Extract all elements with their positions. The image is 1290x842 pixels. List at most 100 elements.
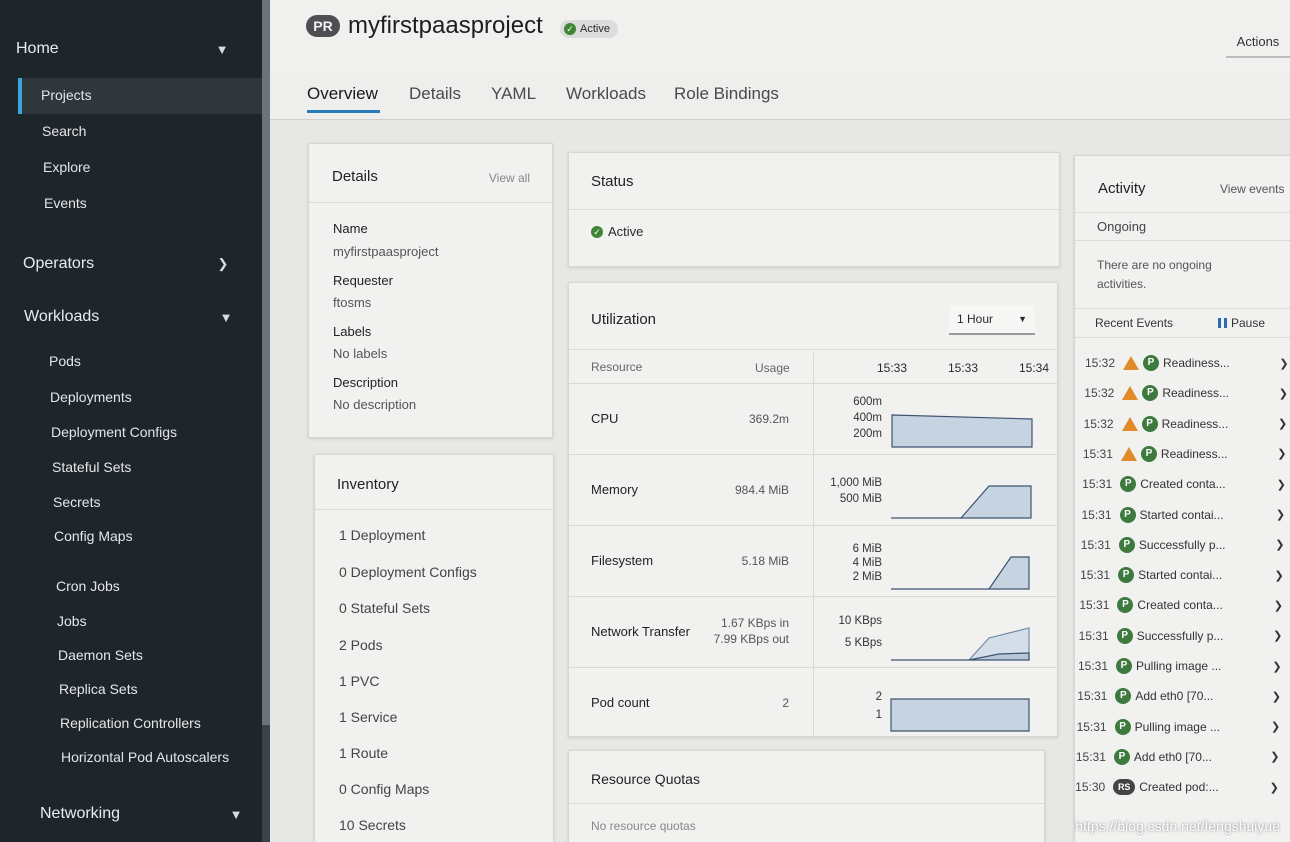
sidebar-scrollbar-thumb[interactable] [262, 0, 270, 725]
sidebar-item-secrets[interactable]: Secrets [53, 494, 100, 510]
event-time: 15:31 [1081, 507, 1112, 522]
memory-usage: 984.4 MiB [734, 483, 789, 497]
tab-details[interactable]: Details [409, 84, 461, 104]
sidebar-item-jobs[interactable]: Jobs [57, 613, 87, 629]
nav-section-workloads[interactable]: Workloads ▼ [24, 306, 234, 328]
inventory-card-title: Inventory [337, 476, 399, 493]
time-label: 15:34 [1019, 361, 1050, 375]
list-item[interactable]: 15:31 P Started contai... ❯ [1076, 563, 1286, 587]
list-item[interactable]: 15:31 P Add eth0 [70... ❯ [1073, 684, 1283, 708]
inventory-item-config-maps[interactable]: 0 Config Maps [339, 781, 429, 797]
list-item[interactable]: 15:30 RS Created pod:... ❯ [1071, 775, 1281, 799]
nav-section-home-label: Home [16, 40, 59, 57]
list-item[interactable]: 15:31 P Successfully p... ❯ [1075, 624, 1285, 648]
status-card-title: Status [591, 173, 634, 190]
list-item[interactable]: 15:31 P Successfully p... ❯ [1077, 533, 1287, 557]
list-item[interactable]: 15:31 P Pulling image ... ❯ [1073, 715, 1283, 739]
sidebar-item-replica-sets[interactable]: Replica Sets [59, 681, 138, 697]
cpu-usage: 369.2m [748, 412, 789, 426]
inventory-item-route[interactable]: 1 Route [339, 745, 388, 761]
caret-down-icon: ▼ [1018, 314, 1027, 324]
list-item[interactable]: 15:31 P Created conta... ❯ [1075, 593, 1285, 617]
divider [1075, 240, 1290, 241]
nav-section-operators[interactable]: Operators ❯ [23, 253, 231, 275]
sidebar-item-horizontal-pod-autoscalers[interactable]: Horizontal Pod Autoscalers [61, 749, 229, 765]
utilization-card-title: Utilization [591, 311, 657, 328]
event-message: Readiness... [1163, 356, 1230, 370]
chevron-right-icon: ❯ [1276, 478, 1286, 491]
details-card: Details View all Name myfirstpaasproject… [308, 143, 553, 438]
sidebar-item-search[interactable]: Search [42, 123, 86, 139]
chevron-right-icon: ❯ [1278, 418, 1288, 431]
list-item[interactable]: 15:32 P Readiness... ❯ [1080, 381, 1290, 405]
sidebar-item-explore[interactable]: Explore [43, 159, 90, 175]
warning-icon [1122, 386, 1139, 401]
sidebar-item-config-maps[interactable]: Config Maps [54, 528, 133, 544]
cpu-label: CPU [591, 411, 619, 426]
sidebar-item-stateful-sets[interactable]: Stateful Sets [52, 459, 131, 475]
sidebar-item-cron-jobs[interactable]: Cron Jobs [56, 578, 120, 594]
pause-label: Pause [1231, 316, 1266, 330]
sidebar-scrollbar[interactable] [262, 0, 270, 842]
sidebar-item-deployment-configs[interactable]: Deployment Configs [51, 424, 177, 440]
labels-label: Labels [333, 324, 372, 339]
pod-count-sparkline [890, 698, 1030, 732]
inventory-item-deployments[interactable]: 1 Deployment [339, 527, 425, 543]
column-header-resource: Resource [591, 360, 643, 374]
column-header-usage: Usage [755, 361, 790, 375]
resource-badge: P [1120, 476, 1137, 493]
sidebar-item-events[interactable]: Events [44, 195, 87, 211]
resource-badge: P [1117, 597, 1134, 614]
sidebar-item-daemon-sets[interactable]: Daemon Sets [58, 647, 143, 663]
status-card: Status ✓ Active [568, 152, 1060, 267]
resource-badge: P [1116, 627, 1133, 644]
actions-button[interactable]: Actions [1226, 26, 1290, 58]
tab-workloads[interactable]: Workloads [566, 84, 646, 104]
inventory-item-secrets[interactable]: 10 Secrets [339, 817, 406, 833]
list-item[interactable]: 15:31 P Add eth0 [70... ❯ [1072, 745, 1282, 769]
sidebar-item-projects[interactable]: Projects [18, 78, 262, 114]
network-axis-labels: 10 KBps 5 KBps [838, 615, 882, 649]
inventory-item-pods[interactable]: 2 Pods [339, 637, 383, 653]
activity-card: Activity View events Ongoing There are n… [1074, 155, 1290, 842]
nav-section-home[interactable]: Home ▼ [16, 38, 230, 60]
event-time: 15:31 [1080, 568, 1111, 583]
list-item[interactable]: 15:31 P Readiness... ❯ [1079, 442, 1289, 466]
list-item[interactable]: 15:32 P Readiness... ❯ [1081, 351, 1290, 375]
time-range-value: 1 Hour [957, 312, 994, 326]
view-events-link[interactable]: View events [1220, 182, 1284, 196]
pause-button[interactable]: Pause [1218, 316, 1265, 330]
event-time: 15:31 [1077, 689, 1108, 704]
tab-overview[interactable]: Overview [307, 84, 378, 104]
inventory-item-service[interactable]: 1 Service [339, 709, 397, 725]
divider [1075, 308, 1290, 309]
details-view-all-link[interactable]: View all [489, 171, 530, 185]
list-item[interactable]: 15:31 P Pulling image ... ❯ [1074, 654, 1284, 678]
nav-section-networking[interactable]: Networking ▼ [40, 803, 244, 825]
chevron-right-icon: ❯ [1273, 630, 1283, 643]
inventory-item-pvc[interactable]: 1 PVC [339, 673, 379, 689]
inventory-item-stateful-sets[interactable]: 0 Stateful Sets [339, 600, 430, 616]
tab-yaml[interactable]: YAML [491, 84, 536, 104]
event-message: Created pod:... [1139, 780, 1219, 795]
tab-role-bindings[interactable]: Role Bindings [674, 84, 779, 104]
sidebar-item-replication-controllers[interactable]: Replication Controllers [60, 715, 201, 731]
chevron-down-icon: ▼ [229, 806, 243, 822]
inventory-item-deployment-configs[interactable]: 0 Deployment Configs [339, 564, 477, 580]
project-badge: PR [306, 15, 340, 37]
page-title: myfirstpaasproject [348, 12, 543, 39]
list-item[interactable]: 15:31 P Created conta... ❯ [1078, 472, 1288, 496]
event-time: 15:31 [1075, 749, 1106, 764]
main-content: PR myfirstpaasproject ✓ Active Actions O… [270, 0, 1290, 842]
resource-badge: P [1118, 567, 1135, 584]
chevron-right-icon: ❯ [1274, 569, 1284, 582]
sidebar-item-pods[interactable]: Pods [49, 353, 81, 369]
utilization-row-cpu: CPU 369.2m 600m 400m 200m [569, 383, 1057, 454]
list-item[interactable]: 15:31 P Started contai... ❯ [1078, 503, 1288, 527]
event-time: 15:31 [1079, 598, 1110, 613]
time-range-dropdown[interactable]: 1 Hour ▼ [949, 305, 1035, 335]
sidebar-item-deployments[interactable]: Deployments [50, 389, 132, 405]
event-time: 15:32 [1083, 416, 1114, 431]
list-item[interactable]: 15:32 P Readiness... ❯ [1080, 412, 1290, 436]
memory-sparkline [891, 485, 1032, 519]
